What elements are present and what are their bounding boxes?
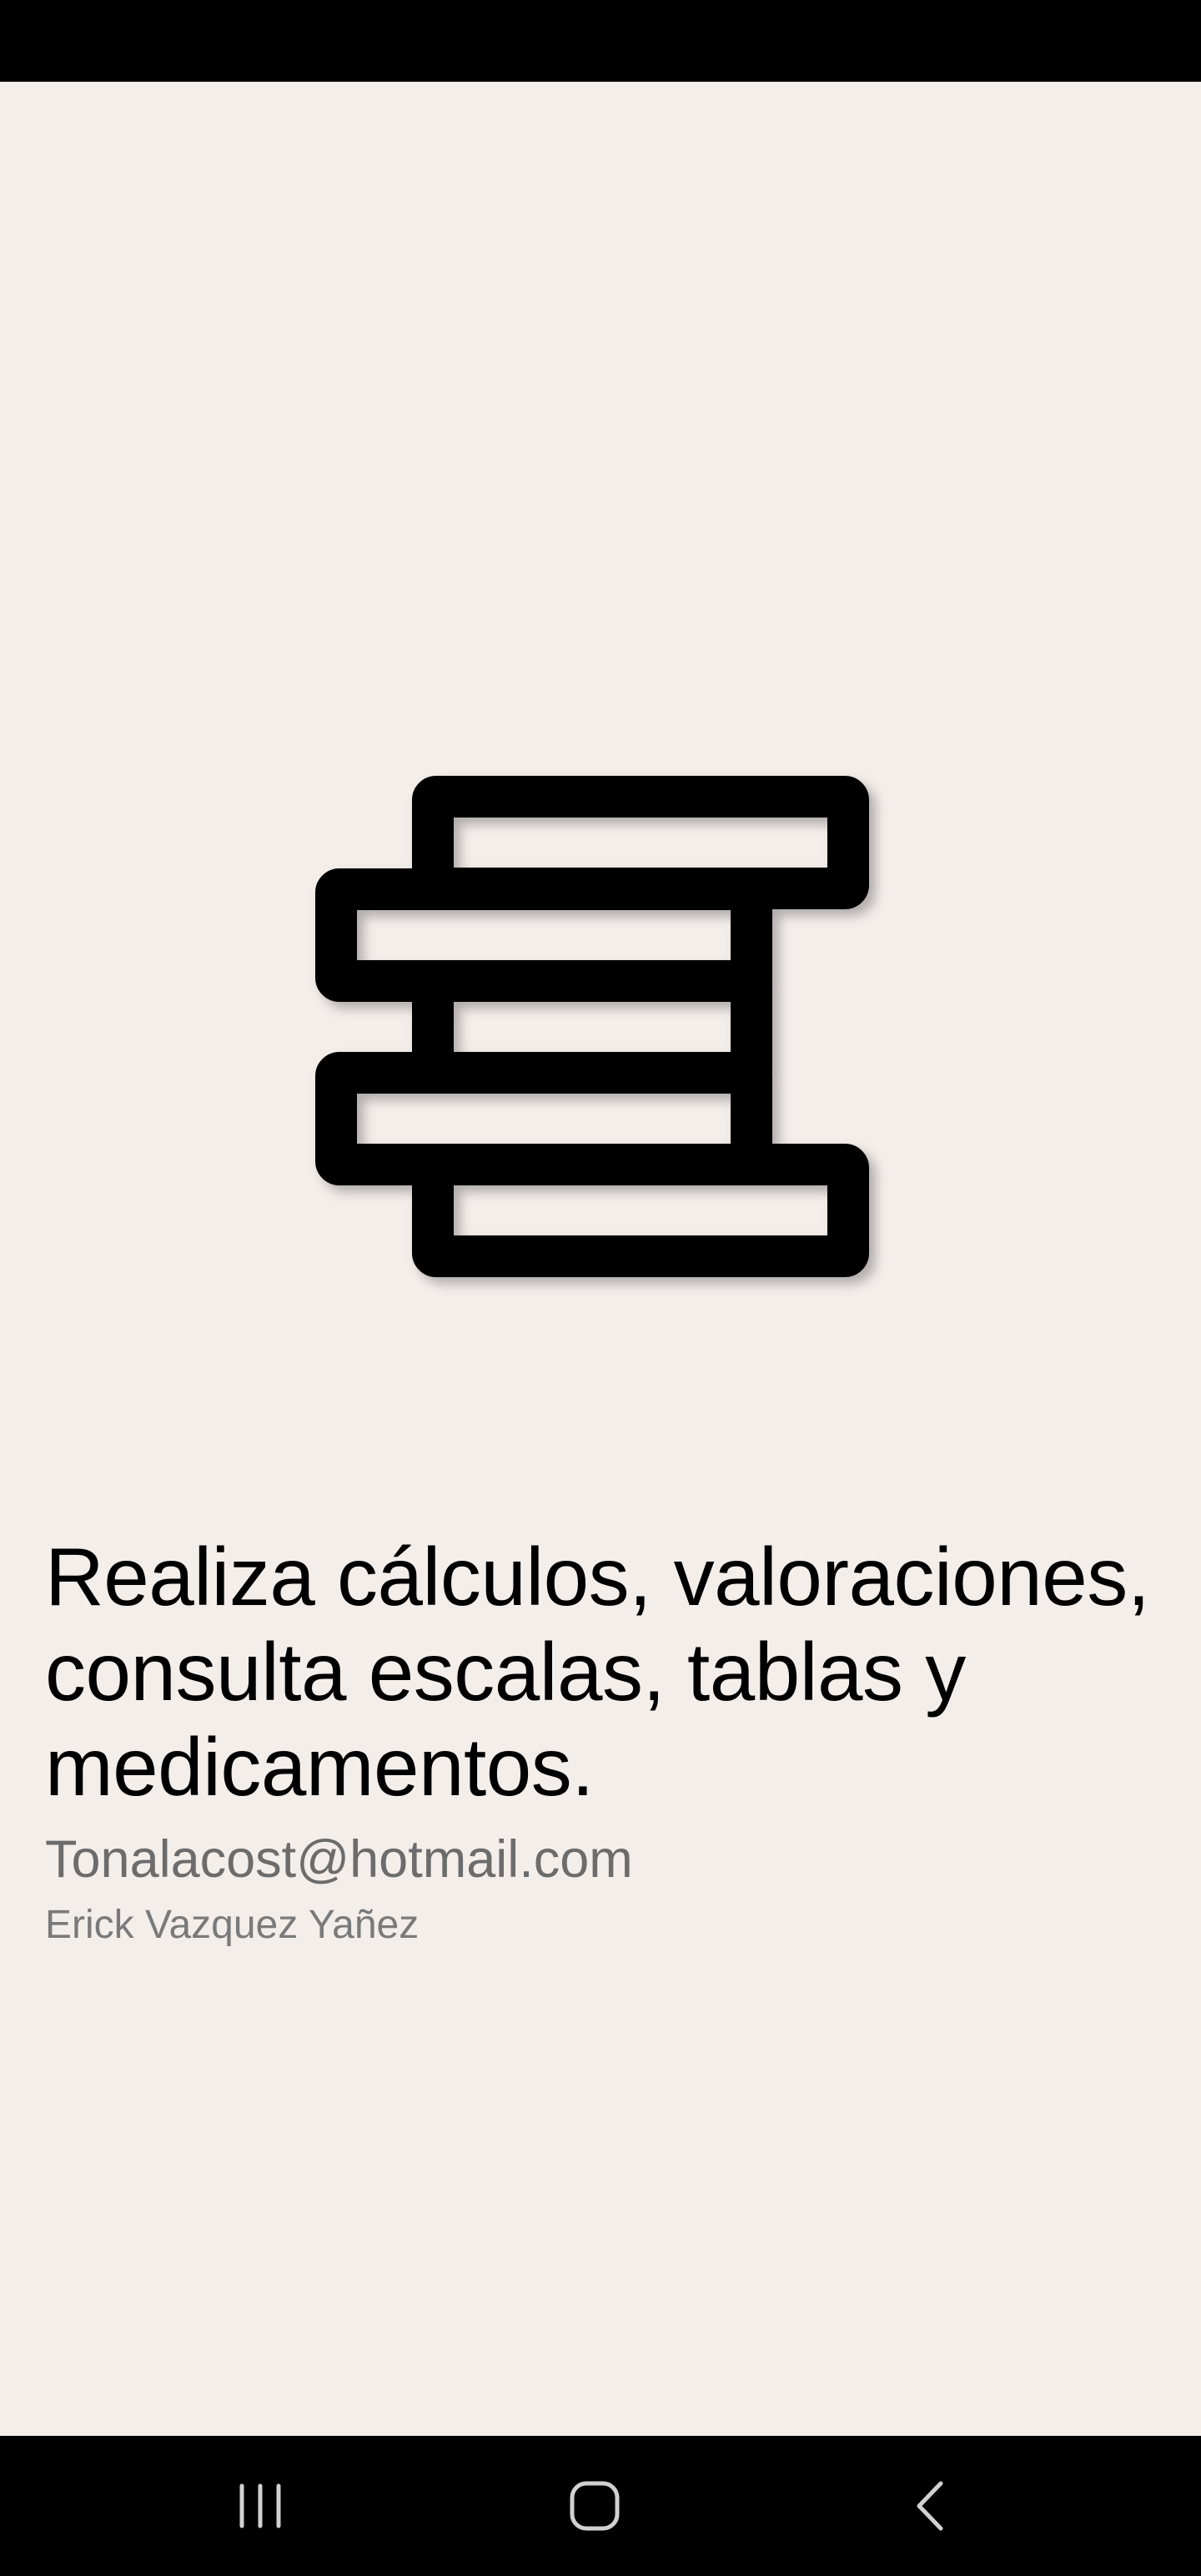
recents-button[interactable] xyxy=(185,2436,335,2576)
back-icon xyxy=(912,2478,949,2533)
stacked-e-logo-icon xyxy=(315,771,892,1277)
android-navigation-bar xyxy=(0,2436,1201,2576)
contact-email: Tonalacost@hotmail.com xyxy=(45,1830,633,1889)
splash-screen: Realiza cálculos, valoraciones, consulta… xyxy=(0,82,1201,2436)
status-bar xyxy=(0,0,1201,82)
headline: Realiza cálculos, valoraciones, consulta… xyxy=(45,1531,1150,1813)
author-name: Erick Vazquez Yañez xyxy=(45,1903,420,1947)
back-button[interactable] xyxy=(856,2436,1006,2576)
recents-icon xyxy=(235,2482,285,2530)
home-button[interactable] xyxy=(520,2436,670,2576)
home-icon xyxy=(568,2479,621,2533)
